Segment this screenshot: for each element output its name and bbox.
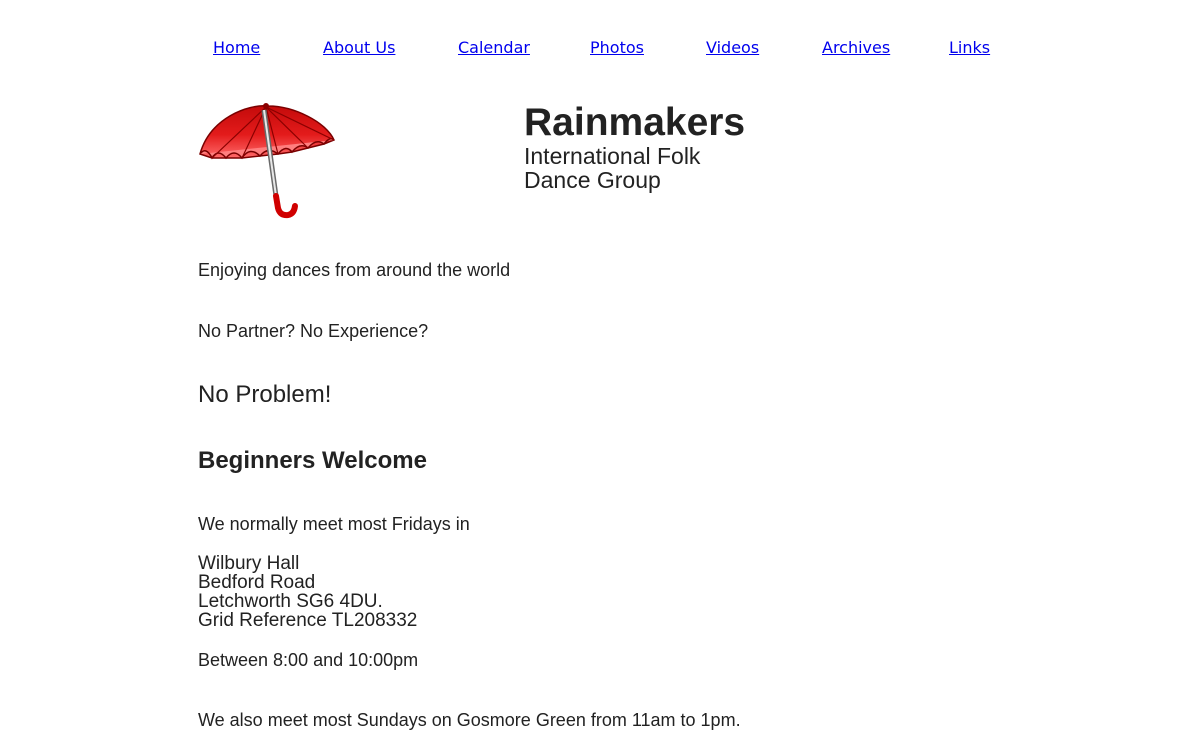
- site-subtitle: International Folk Dance Group: [524, 143, 701, 193]
- nav-link-archives[interactable]: Archives: [822, 38, 890, 57]
- answer-text: No Problem!: [198, 381, 332, 408]
- venue-address: Wilbury Hall Bedford Road Letchworth SG6…: [198, 554, 417, 630]
- address-line-1: Wilbury Hall: [198, 553, 300, 574]
- friday-intro: We normally meet most Fridays in: [198, 514, 470, 534]
- address-line-2: Bedford Road: [198, 572, 316, 593]
- nav-link-videos[interactable]: Videos: [706, 38, 759, 57]
- question-text: No Partner? No Experience?: [198, 321, 429, 341]
- nav-link-about-us[interactable]: About Us: [323, 38, 395, 57]
- nav-link-links[interactable]: Links: [949, 38, 990, 57]
- nav-link-home[interactable]: Home: [213, 38, 260, 57]
- tagline: Enjoying dances from around the world: [198, 260, 511, 280]
- nav-link-calendar[interactable]: Calendar: [458, 38, 530, 57]
- nav-link-photos[interactable]: Photos: [590, 38, 644, 57]
- main-navigation: Home About Us Calendar Photos Videos Arc…: [0, 38, 1200, 62]
- red-umbrella-icon: [196, 100, 338, 220]
- address-line-3: Letchworth SG6 4DU.: [198, 591, 383, 612]
- sunday-meeting: We also meet most Sundays on Gosmore Gre…: [198, 710, 741, 730]
- friday-time: Between 8:00 and 10:00pm: [198, 650, 419, 670]
- site-title: Rainmakers: [524, 101, 746, 144]
- address-line-4: Grid Reference TL208332: [198, 610, 418, 631]
- beginners-welcome-heading: Beginners Welcome: [198, 447, 427, 474]
- site-branding: Rainmakers International Folk Dance Grou…: [524, 101, 764, 193]
